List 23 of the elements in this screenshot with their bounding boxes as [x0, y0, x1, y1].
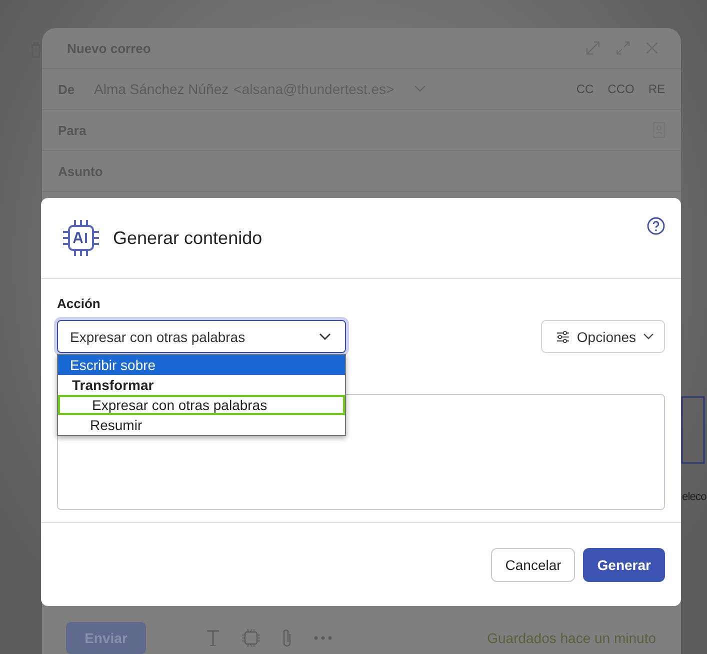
help-icon[interactable] [647, 217, 665, 235]
chevron-down-icon[interactable] [414, 85, 426, 93]
dropdown-option[interactable]: Expresar con otras palabras [58, 395, 345, 415]
action-select[interactable]: Expresar con otras palabras [57, 320, 346, 353]
field-label: Acción [57, 296, 102, 312]
ai-chip-icon [62, 219, 100, 257]
more-icon[interactable] [314, 636, 332, 640]
chevron-down-icon [643, 333, 654, 340]
generate-button[interactable]: Generar [583, 548, 665, 582]
save-status: Guardados hace un minuto [487, 629, 656, 648]
dropdown-option[interactable]: Resumir [58, 415, 345, 435]
sliders-icon [556, 330, 570, 344]
dialog-title: Generar contenido [113, 228, 262, 248]
text-format-icon[interactable] [206, 630, 220, 646]
chevron-down-icon [319, 332, 331, 340]
option-group-label: Transformar [71, 376, 155, 395]
background-text: eleco [682, 491, 706, 503]
dropdown-option[interactable]: Escribir sobre [58, 355, 345, 375]
paperclip-icon[interactable] [282, 628, 292, 648]
options-button[interactable]: Opciones [541, 320, 665, 353]
cancel-button[interactable]: Cancelar [491, 548, 576, 582]
trash-icon[interactable] [30, 42, 42, 58]
ai-chip-icon[interactable] [242, 629, 260, 647]
